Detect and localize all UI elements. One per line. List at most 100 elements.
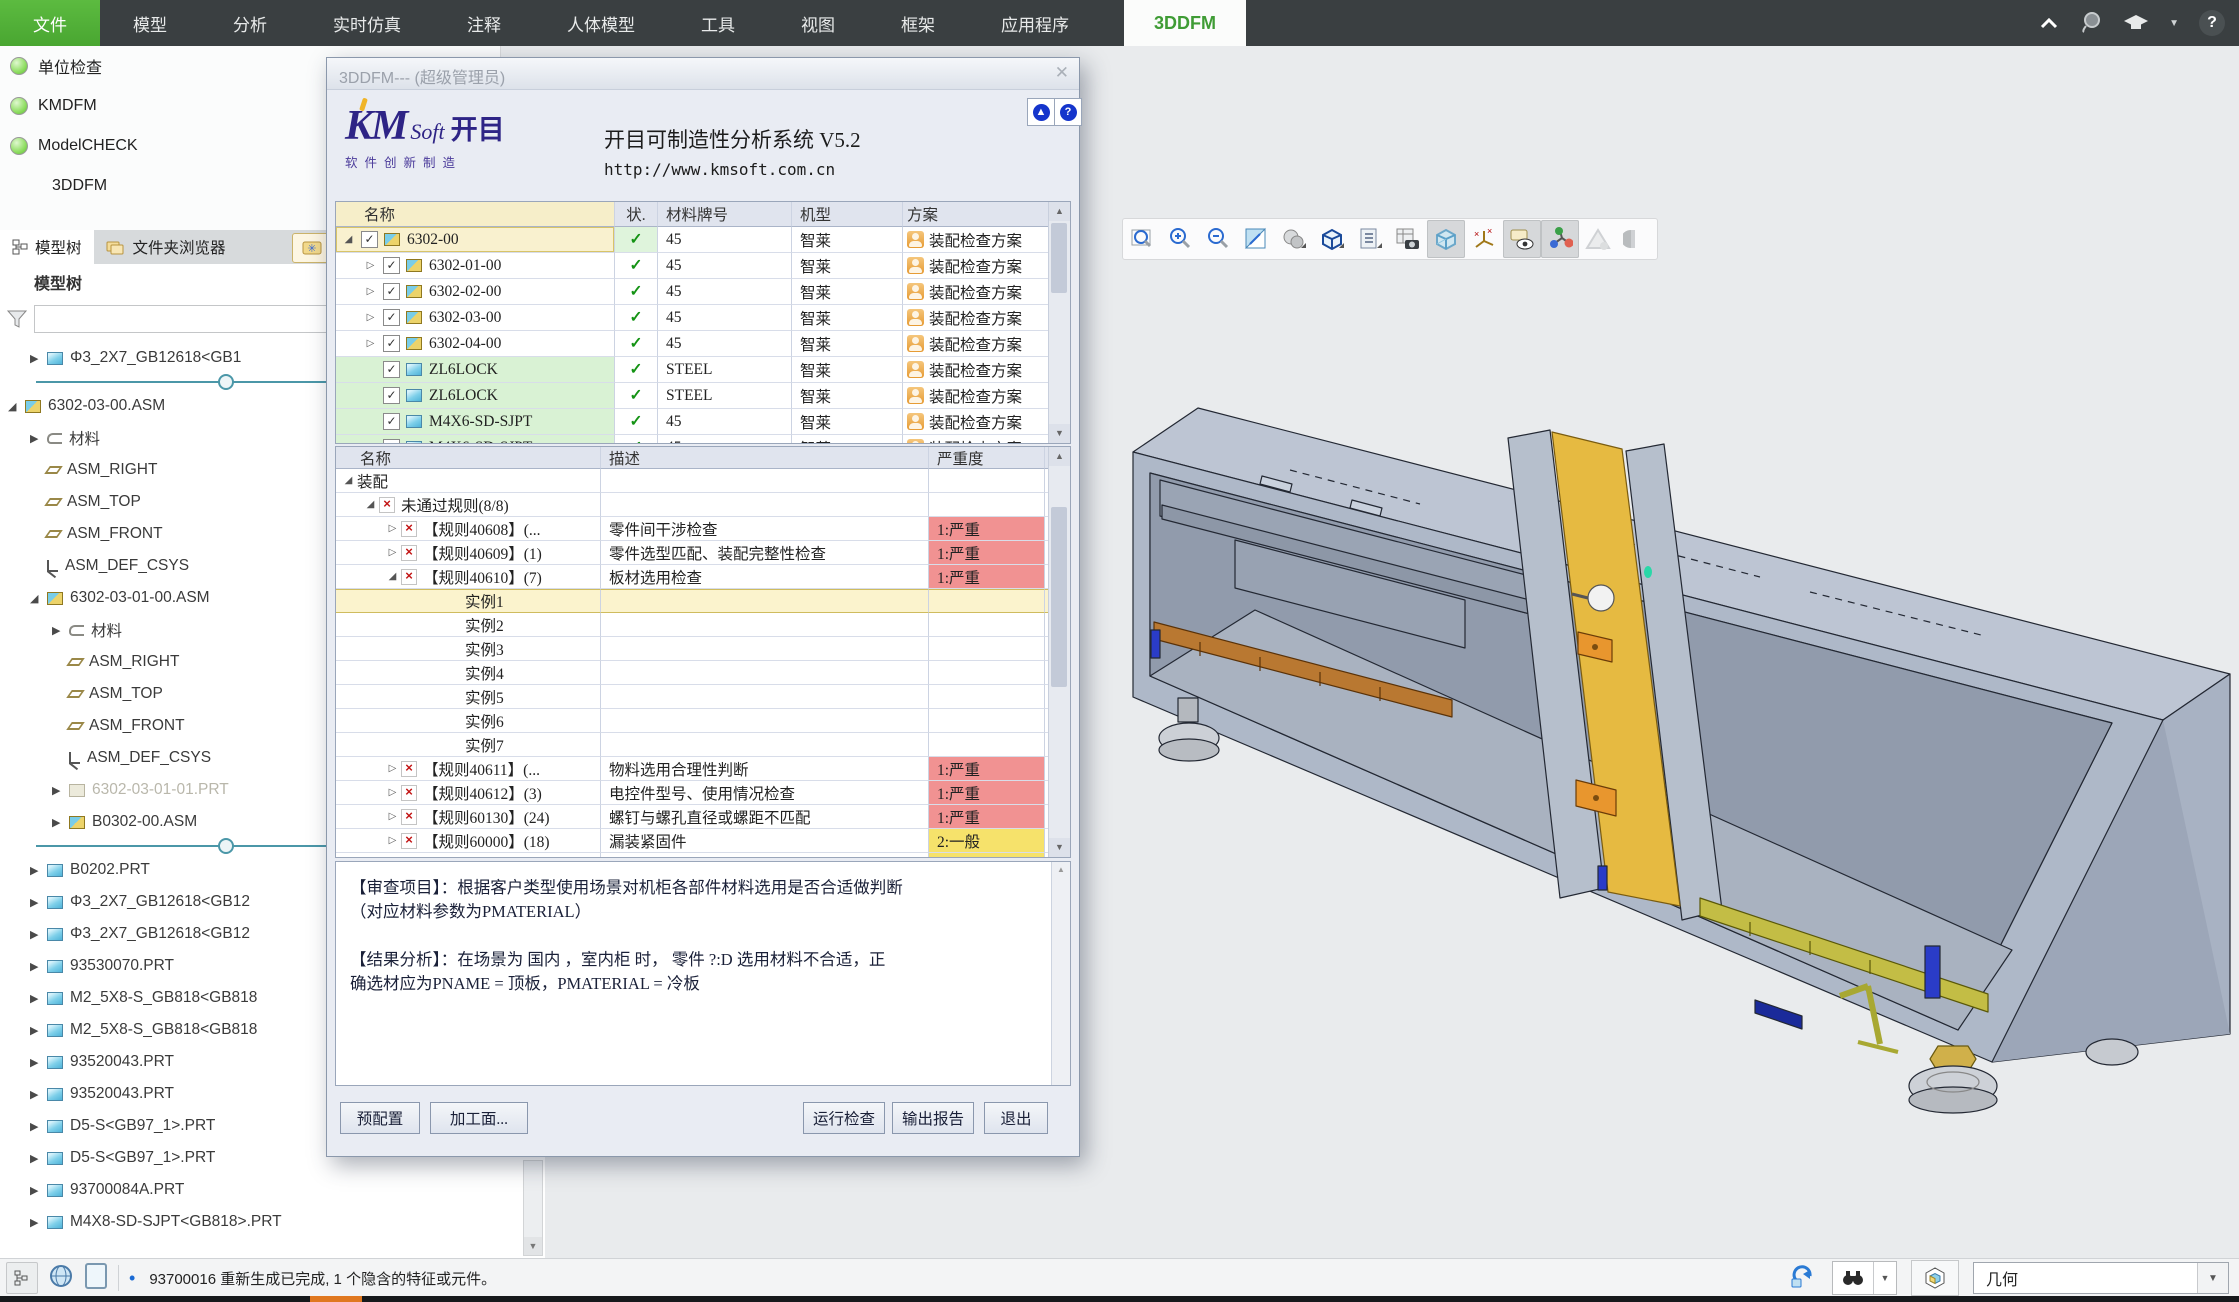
expand-arrow-icon[interactable]: ▶ [30, 432, 47, 445]
saved-views-icon[interactable] [1313, 220, 1351, 258]
rules-table-row[interactable]: ▷ 【规则60120】(14) 紧固件伸出长度过长或过短 2:一般 [336, 853, 1070, 858]
details-scrollbar[interactable]: ▲ [1051, 862, 1070, 1085]
rules-table-row[interactable]: 实例1 [336, 589, 1070, 613]
parts-table-row[interactable]: ZL6LOCK ✓ STEEL 智莱 装配检查方案 [336, 383, 1070, 409]
parts-table-row[interactable]: ▷ 6302-04-00 ✓ 45 智莱 装配检查方案 [336, 331, 1070, 357]
expand-arrow-icon[interactable]: ◢ [362, 499, 379, 510]
rules-table-row[interactable]: 实例7 [336, 733, 1070, 757]
tree-scrollbar[interactable]: ▼ [523, 1160, 543, 1256]
selection-filter-button[interactable] [1911, 1260, 1959, 1296]
col-header-name[interactable]: 名称 [336, 447, 601, 469]
expand-arrow-icon[interactable]: ▶ [30, 1216, 47, 1229]
tab-3ddfm[interactable]: 3DDFM [1124, 0, 1246, 46]
regenerate-icon[interactable] [1788, 1262, 1818, 1295]
checkbox[interactable] [383, 361, 400, 378]
repaint-icon[interactable] [1237, 220, 1275, 258]
expand-arrow-icon[interactable]: ▷ [384, 547, 401, 558]
rules-table-row[interactable]: 实例3 [336, 637, 1070, 661]
refit-icon[interactable] [1123, 220, 1161, 258]
expand-arrow-icon[interactable]: ▶ [30, 1152, 47, 1165]
expand-arrow-icon[interactable]: ▶ [30, 1088, 47, 1101]
expand-arrow-icon[interactable]: ▶ [30, 896, 47, 909]
new-object-icon[interactable] [84, 1262, 108, 1295]
checkbox[interactable] [361, 231, 378, 248]
expand-arrow-icon[interactable]: ▷ [384, 787, 401, 798]
expand-arrow-icon[interactable]: ▷ [384, 763, 401, 774]
expand-arrow-icon[interactable]: ▶ [30, 928, 47, 941]
expand-arrow-icon[interactable]: ◢ [340, 234, 357, 245]
rules-scrollbar[interactable]: ▲ ▼ [1048, 447, 1070, 857]
collapse-ribbon-icon[interactable] [2039, 17, 2059, 29]
checkbox[interactable] [383, 283, 400, 300]
expand-arrow-icon[interactable]: ▶ [30, 352, 47, 365]
scroll-up-icon[interactable]: ▲ [1049, 447, 1070, 466]
rules-table-row[interactable]: ▷ 【规则60130】(24) 螺钉与螺孔直径或螺距不匹配 1:严重 [336, 805, 1070, 829]
expand-arrow-icon[interactable]: ◢ [384, 571, 401, 582]
scroll-down-icon[interactable]: ▼ [524, 1237, 542, 1255]
datum-display-icon[interactable]: ×× [1465, 220, 1503, 258]
parts-table-row[interactable]: ▷ 6302-01-00 ✓ 45 智莱 装配检查方案 [336, 253, 1070, 279]
transparent-display-icon[interactable] [1427, 220, 1465, 258]
col-header-machine[interactable]: 机型 [792, 202, 903, 227]
toggle-tree-button[interactable] [6, 1262, 38, 1294]
file-menu-button[interactable]: 文件 [0, 0, 100, 46]
expand-arrow-icon[interactable]: ▶ [30, 1120, 47, 1133]
checkbox[interactable] [383, 335, 400, 352]
exit-button[interactable]: 退出 [984, 1102, 1048, 1134]
rules-table-row[interactable]: 实例4 [336, 661, 1070, 685]
menu-item[interactable]: 视图 [768, 0, 868, 46]
rules-table-row[interactable]: ▷ 【规则40608】(... 零件间干涉检查 1:严重 [336, 517, 1070, 541]
expand-arrow-icon[interactable]: ▶ [30, 1056, 47, 1069]
menu-item[interactable]: 框架 [868, 0, 968, 46]
expand-arrow-icon[interactable]: ▶ [52, 784, 69, 797]
menu-item[interactable]: 模型 [100, 0, 200, 46]
col-header-desc[interactable]: 描述 [601, 447, 929, 469]
parts-table-row[interactable]: M4X6-SD-SJPT ✓ 45 智莱 装配检查方案 [336, 409, 1070, 435]
find-caret-icon[interactable]: ▼ [1873, 1262, 1896, 1294]
checkbox[interactable] [383, 387, 400, 404]
section-view-icon[interactable] [1617, 220, 1655, 258]
view-manager-icon[interactable] [1351, 220, 1389, 258]
spin-center-icon[interactable] [1541, 220, 1579, 258]
expand-arrow-icon[interactable]: ▷ [362, 286, 379, 297]
preconfig-button[interactable]: 预配置 [340, 1102, 420, 1134]
capture-image-icon[interactable] [1389, 220, 1427, 258]
expand-arrow-icon[interactable]: ◢ [340, 475, 357, 486]
parts-table-row[interactable]: ▷ 6302-02-00 ✓ 45 智莱 装配检查方案 [336, 279, 1070, 305]
display-style-icon[interactable] [1275, 220, 1313, 258]
parts-table-row[interactable]: ▷ 6302-03-00 ✓ 45 智莱 装配检查方案 [336, 305, 1070, 331]
scroll-down-icon[interactable]: ▼ [1049, 424, 1070, 443]
machining-face-button[interactable]: 加工面... [430, 1102, 528, 1134]
expand-arrow-icon[interactable]: ▷ [384, 523, 401, 534]
dialog-titlebar[interactable]: 3DDFM--- (超级管理员) ✕ [327, 58, 1079, 90]
expand-arrow-icon[interactable]: ▶ [30, 992, 47, 1005]
col-header-name[interactable]: 名称 [336, 202, 615, 227]
menu-item[interactable]: 分析 [200, 0, 300, 46]
rules-table-row[interactable]: ▷ 【规则40609】(1) 零件选型匹配、装配完整性检查 1:严重 [336, 541, 1070, 565]
col-header-material[interactable]: 材料牌号 [658, 202, 792, 227]
web-browser-icon[interactable] [48, 1263, 74, 1294]
selection-filter-select[interactable]: 几何 ▼ [1973, 1262, 2229, 1294]
rules-table-row[interactable]: ▷ 【规则40612】(3) 电控件型号、使用情况检查 1:严重 [336, 781, 1070, 805]
menu-item[interactable]: 应用程序 [968, 0, 1102, 46]
zoom-out-icon[interactable] [1199, 220, 1237, 258]
parts-table-row[interactable]: M4X6-SD-SJPT ✓ 45 智莱 装配检查方案 [336, 435, 1070, 444]
close-icon[interactable]: ✕ [1055, 63, 1069, 83]
rules-table-row[interactable]: ▷ 【规则40611】(... 物料选用合理性判断 1:严重 [336, 757, 1070, 781]
tree-item[interactable]: ▶ M4X8-SD-SJPT<GB818>.PRT [0, 1206, 545, 1238]
rules-table-row[interactable]: ▷ 【规则60000】(18) 漏装紧固件 2:一般 [336, 829, 1070, 853]
rules-table-row[interactable]: ◢ 【规则40610】(7) 板材选用检查 1:严重 [336, 565, 1070, 589]
filter-icon[interactable] [6, 308, 28, 330]
annotation-display-icon[interactable] [1503, 220, 1541, 258]
expand-arrow-icon[interactable]: ▷ [362, 312, 379, 323]
menu-item[interactable]: 实时仿真 [300, 0, 434, 46]
col-header-severity[interactable]: 严重度 [929, 447, 1045, 469]
parts-table-row[interactable]: ZL6LOCK ✓ STEEL 智莱 装配检查方案 [336, 357, 1070, 383]
user-info-button[interactable]: ▲ [1027, 98, 1055, 126]
rules-table-row[interactable]: 实例5 [336, 685, 1070, 709]
menu-item[interactable]: 注释 [434, 0, 534, 46]
learning-caret-icon[interactable]: ▼ [2169, 18, 2179, 29]
tab-folder-browser[interactable]: 文件夹浏览器 [94, 230, 238, 264]
rules-table-row[interactable]: ◢ 未通过规则(8/8) [336, 493, 1070, 517]
expand-arrow-icon[interactable]: ▶ [30, 960, 47, 973]
